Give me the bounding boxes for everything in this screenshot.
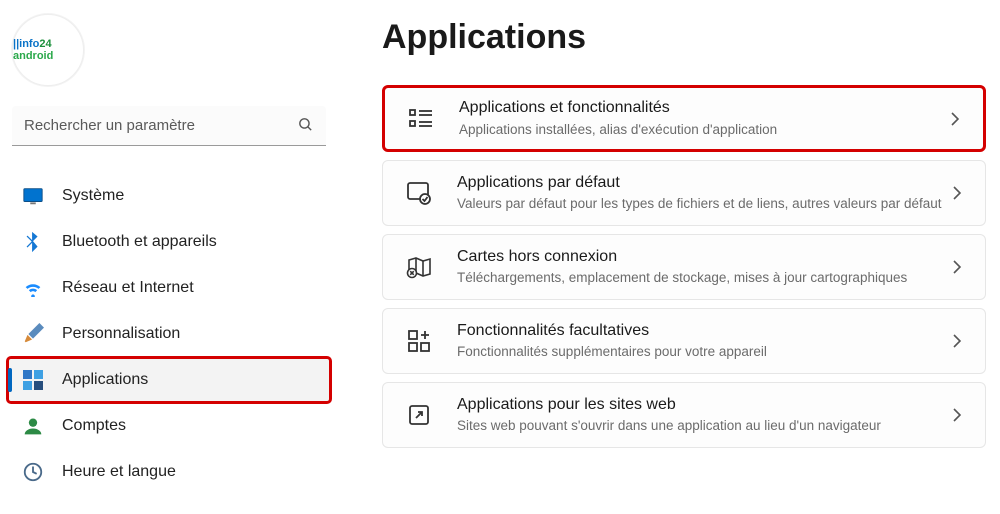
- chevron-right-icon: [947, 257, 967, 277]
- settings-cards: Applications et fonctionnalités Applicat…: [382, 85, 986, 448]
- paintbrush-icon: [22, 323, 44, 345]
- sidebar-item-bluetooth[interactable]: Bluetooth et appareils: [8, 220, 330, 264]
- open-external-icon: [405, 401, 433, 429]
- card-default-apps[interactable]: Applications par défaut Valeurs par défa…: [382, 160, 986, 226]
- sidebar-item-label: Comptes: [62, 417, 126, 435]
- sidebar-item-personalization[interactable]: Personnalisation: [8, 312, 330, 356]
- page-title: Applications: [382, 18, 986, 57]
- default-apps-icon: [405, 179, 433, 207]
- card-offline-maps[interactable]: Cartes hors connexion Téléchargements, e…: [382, 234, 986, 300]
- card-optional-features[interactable]: Fonctionnalités facultatives Fonctionnal…: [382, 308, 986, 374]
- card-title: Applications pour les sites web: [457, 395, 947, 416]
- card-subtitle: Fonctionnalités supplémentaires pour vot…: [457, 343, 947, 361]
- user-icon: [22, 415, 44, 437]
- sidebar-item-label: Réseau et Internet: [62, 279, 194, 297]
- wifi-icon: [22, 277, 44, 299]
- sidebar-item-label: Heure et langue: [62, 463, 176, 481]
- search-input[interactable]: [12, 106, 326, 146]
- avatar: ||info24 android: [12, 14, 84, 86]
- card-text: Fonctionnalités facultatives Fonctionnal…: [457, 321, 947, 362]
- apps-icon: [22, 369, 44, 391]
- sidebar: ||info24 android Système: [0, 0, 340, 514]
- card-apps-features[interactable]: Applications et fonctionnalités Applicat…: [382, 85, 986, 152]
- sidebar-item-label: Personnalisation: [62, 325, 180, 343]
- sidebar-nav: Système Bluetooth et appareils Réseau et…: [8, 174, 330, 494]
- sidebar-item-system[interactable]: Système: [8, 174, 330, 218]
- sidebar-item-label: Système: [62, 187, 124, 205]
- search-wrap: [12, 106, 326, 146]
- card-subtitle: Applications installées, alias d'exécuti…: [459, 121, 945, 139]
- sidebar-item-applications[interactable]: Applications: [8, 358, 330, 402]
- chevron-right-icon: [945, 109, 965, 129]
- sidebar-item-network[interactable]: Réseau et Internet: [8, 266, 330, 310]
- card-subtitle: Valeurs par défaut pour les types de fic…: [457, 195, 947, 213]
- bluetooth-icon: [22, 231, 44, 253]
- chevron-right-icon: [947, 183, 967, 203]
- sidebar-item-accounts[interactable]: Comptes: [8, 404, 330, 448]
- monitor-icon: [22, 185, 44, 207]
- card-text: Cartes hors connexion Téléchargements, e…: [457, 247, 947, 288]
- card-subtitle: Sites web pouvant s'ouvrir dans une appl…: [457, 417, 947, 435]
- avatar-label: ||info24 android: [13, 38, 83, 62]
- main-content: Applications Applications et fonctionnal…: [340, 0, 1000, 514]
- map-icon: [405, 253, 433, 281]
- chevron-right-icon: [947, 405, 967, 425]
- card-subtitle: Téléchargements, emplacement de stockage…: [457, 269, 947, 287]
- add-feature-icon: [405, 327, 433, 355]
- list-icon: [407, 105, 435, 133]
- sidebar-item-label: Bluetooth et appareils: [62, 233, 217, 251]
- card-text: Applications et fonctionnalités Applicat…: [459, 98, 945, 139]
- card-text: Applications par défaut Valeurs par défa…: [457, 173, 947, 214]
- card-text: Applications pour les sites web Sites we…: [457, 395, 947, 436]
- chevron-right-icon: [947, 331, 967, 351]
- profile-row[interactable]: ||info24 android: [8, 10, 330, 100]
- sidebar-item-time-language[interactable]: Heure et langue: [8, 450, 330, 494]
- card-title: Applications par défaut: [457, 173, 947, 194]
- card-title: Cartes hors connexion: [457, 247, 947, 268]
- card-title: Applications et fonctionnalités: [459, 98, 945, 119]
- card-apps-for-websites[interactable]: Applications pour les sites web Sites we…: [382, 382, 986, 448]
- clock-globe-icon: [22, 461, 44, 483]
- card-title: Fonctionnalités facultatives: [457, 321, 947, 342]
- sidebar-item-label: Applications: [62, 371, 148, 389]
